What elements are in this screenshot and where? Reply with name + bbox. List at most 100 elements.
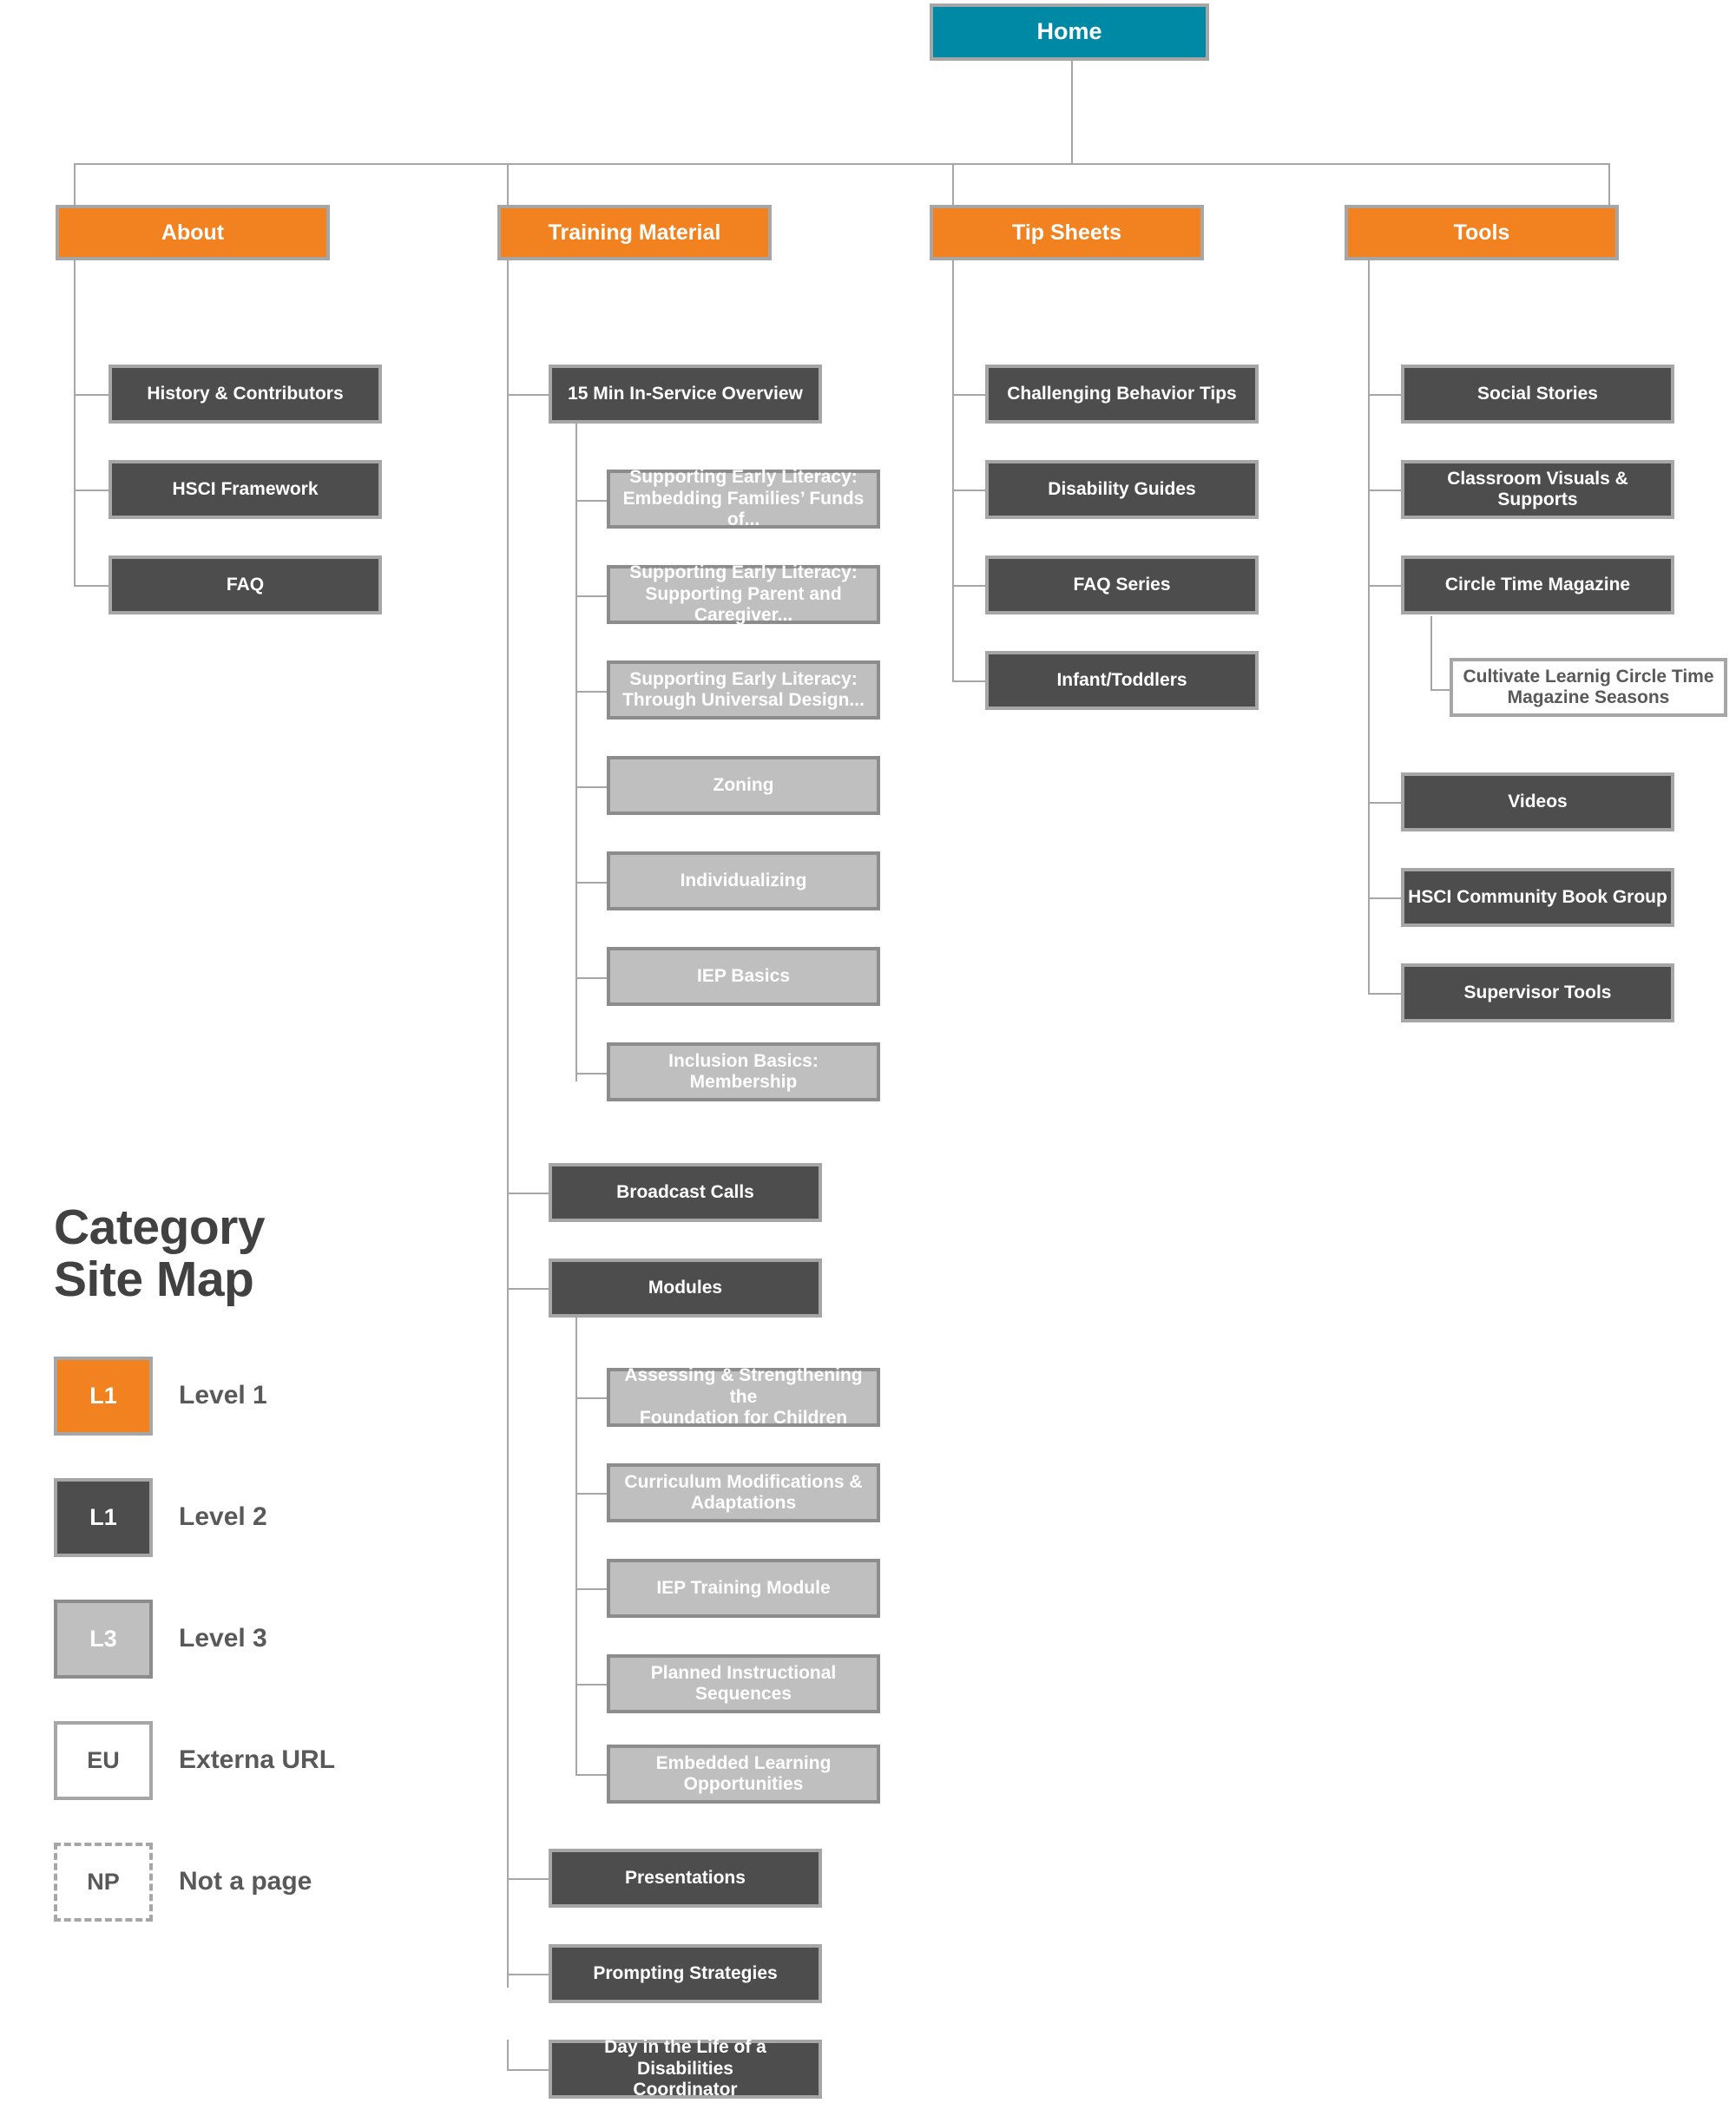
- legend-swatch-level-2: L1: [54, 1477, 153, 1557]
- legend-swatch-code: L1: [89, 1382, 117, 1409]
- node-tip-sheets[interactable]: Tip Sheets: [930, 205, 1204, 260]
- node-home[interactable]: Home: [930, 3, 1209, 61]
- node-supporting-early-literacy-universal-design[interactable]: Supporting Early Literacy: Through Unive…: [607, 660, 880, 720]
- connector-stub-training-5: [507, 1974, 550, 1975]
- node-label: FAQ: [226, 574, 265, 595]
- node-faq-series[interactable]: FAQ Series: [985, 555, 1259, 614]
- node-curriculum-modifications-adaptations[interactable]: Curriculum Modifications & Adaptations: [607, 1463, 880, 1522]
- node-label: Supervisor Tools: [1463, 982, 1612, 1002]
- connector-stub-tipsheets-4: [952, 680, 986, 682]
- connector-spine-training-last: [507, 2040, 509, 2071]
- node-cultivate-learnig-circle-time-magazine-seasons[interactable]: Cultivate Learnig Circle Time Magazine S…: [1450, 658, 1727, 717]
- node-15-min-in-service-overview[interactable]: 15 Min In-Service Overview: [549, 365, 822, 424]
- node-classroom-visuals-supports[interactable]: Classroom Visuals & Supports: [1401, 460, 1674, 519]
- node-supervisor-tools[interactable]: Supervisor Tools: [1401, 963, 1674, 1022]
- site-map-canvas: Home About Training Material Tip Sheets …: [0, 0, 1736, 2103]
- node-iep-basics[interactable]: IEP Basics: [607, 947, 880, 1006]
- connector-stub-modules-4: [575, 1684, 608, 1686]
- connector-spine-tools: [1368, 208, 1370, 995]
- connector-stub-tools-6: [1368, 993, 1403, 995]
- connector-stub-training-6: [507, 2069, 550, 2071]
- legend-swatch-code: NP: [87, 1868, 120, 1895]
- node-faq[interactable]: FAQ: [108, 555, 382, 614]
- node-training-material[interactable]: Training Material: [497, 205, 772, 260]
- node-about[interactable]: About: [56, 205, 330, 260]
- node-hsci-framework[interactable]: HSCI Framework: [108, 460, 382, 519]
- node-label: Videos: [1508, 791, 1568, 812]
- node-tools[interactable]: Tools: [1345, 205, 1619, 260]
- connector-stub-modules-2: [575, 1493, 608, 1495]
- node-assessing-strengthening-foundation[interactable]: Assessing & Strengthening the Foundation…: [607, 1365, 880, 1428]
- legend-swatch-level-3: L3: [54, 1599, 153, 1679]
- node-videos[interactable]: Videos: [1401, 772, 1674, 831]
- connector-stub-tools-2: [1368, 490, 1403, 491]
- connector-drop-training: [507, 163, 509, 208]
- node-individualizing[interactable]: Individualizing: [607, 851, 880, 910]
- node-social-stories[interactable]: Social Stories: [1401, 365, 1674, 424]
- node-label: Circle Time Magazine: [1444, 574, 1631, 595]
- legend-swatch-code: L1: [89, 1503, 117, 1530]
- node-label: Inclusion Basics: Membership: [668, 1050, 819, 1092]
- legend-item-not-a-page: NP Not a page: [54, 1842, 418, 1922]
- node-label: HSCI Community Book Group: [1408, 886, 1667, 907]
- connector-spine-modules: [575, 1316, 577, 1774]
- legend-item-external-url: EU Externa URL: [54, 1720, 418, 1800]
- node-day-in-the-life-disabilities-coordinator[interactable]: Day in the Life of a Disabilities Coordi…: [549, 2037, 822, 2100]
- page-title: Category Site Map: [54, 1199, 266, 1307]
- legend-label: Externa URL: [179, 1745, 336, 1775]
- node-label: Tip Sheets: [1012, 220, 1121, 245]
- connector-stub-training-4: [507, 1878, 550, 1880]
- node-planned-instructional-sequences[interactable]: Planned Instructional Sequences: [607, 1654, 880, 1713]
- connector-stub-tools-5: [1368, 897, 1403, 899]
- node-presentations[interactable]: Presentations: [549, 1849, 822, 1908]
- node-iep-training-module[interactable]: IEP Training Module: [607, 1559, 880, 1618]
- node-label: Day in the Life of a Disabilities Coordi…: [604, 2037, 766, 2100]
- node-label: Broadcast Calls: [616, 1181, 754, 1202]
- node-challenging-behavior-tips[interactable]: Challenging Behavior Tips: [985, 365, 1259, 424]
- node-label: About: [161, 220, 225, 245]
- connector-spine-tipsheets: [952, 208, 954, 682]
- node-supporting-early-literacy-funds[interactable]: Supporting Early Literacy: Embedding Fam…: [607, 467, 880, 530]
- connector-stub-modules-3: [575, 1588, 608, 1590]
- legend-label: Not a page: [179, 1867, 312, 1896]
- node-modules[interactable]: Modules: [549, 1259, 822, 1318]
- connector-stub-about-2: [74, 490, 110, 491]
- connector-drop-about: [74, 163, 76, 208]
- node-zoning[interactable]: Zoning: [607, 756, 880, 815]
- legend-swatch-level-1: L1: [54, 1356, 153, 1436]
- node-broadcast-calls[interactable]: Broadcast Calls: [549, 1163, 822, 1222]
- connector-stub-about-1: [74, 394, 110, 396]
- node-supporting-early-literacy-parent-caregiver[interactable]: Supporting Early Literacy: Supporting Pa…: [607, 562, 880, 626]
- node-label: Supporting Early Literacy: Embedding Fam…: [622, 467, 865, 530]
- node-history-contributors[interactable]: History & Contributors: [108, 365, 382, 424]
- legend-swatch-external-url: EU: [54, 1720, 153, 1800]
- node-disability-guides[interactable]: Disability Guides: [985, 460, 1259, 519]
- node-label: Classroom Visuals & Supports: [1447, 468, 1628, 509]
- legend-item-level-3: L3 Level 3: [54, 1599, 418, 1679]
- legend-swatch-code: L3: [89, 1625, 117, 1652]
- connector-stub-inservice-3: [575, 691, 608, 693]
- node-hsci-community-book-group[interactable]: HSCI Community Book Group: [1401, 868, 1674, 927]
- connector-level1-bus: [74, 163, 1610, 165]
- connector-drop-tipsheets: [952, 163, 954, 208]
- connector-stub-circletime-1: [1430, 689, 1450, 691]
- connector-stub-tipsheets-2: [952, 490, 986, 491]
- node-prompting-strategies[interactable]: Prompting Strategies: [549, 1944, 822, 2003]
- node-embedded-learning-opportunities[interactable]: Embedded Learning Opportunities: [607, 1745, 880, 1804]
- legend: Category Site Map L1 Level 1 L1 Level 2 …: [54, 1199, 418, 1964]
- node-label: Training Material: [548, 220, 721, 245]
- node-infant-toddlers[interactable]: Infant/Toddlers: [985, 651, 1259, 710]
- legend-item-level-2: L1 Level 2: [54, 1477, 418, 1557]
- node-label: Planned Instructional Sequences: [650, 1662, 837, 1704]
- node-label: Curriculum Modifications & Adaptations: [624, 1471, 863, 1513]
- legend-swatch-not-a-page: NP: [54, 1842, 153, 1922]
- node-circle-time-magazine[interactable]: Circle Time Magazine: [1401, 555, 1674, 614]
- node-label: Cultivate Learnig Circle Time Magazine S…: [1463, 666, 1714, 707]
- node-label: History & Contributors: [147, 383, 344, 404]
- connector-stub-inservice-5: [575, 882, 608, 884]
- node-inclusion-basics-membership[interactable]: Inclusion Basics: Membership: [607, 1042, 880, 1101]
- connector-stub-tools-3: [1368, 585, 1403, 587]
- node-label: Supporting Early Literacy: Supporting Pa…: [629, 562, 858, 626]
- connector-stub-inservice-6: [575, 977, 608, 979]
- connector-stub-inservice-4: [575, 786, 608, 788]
